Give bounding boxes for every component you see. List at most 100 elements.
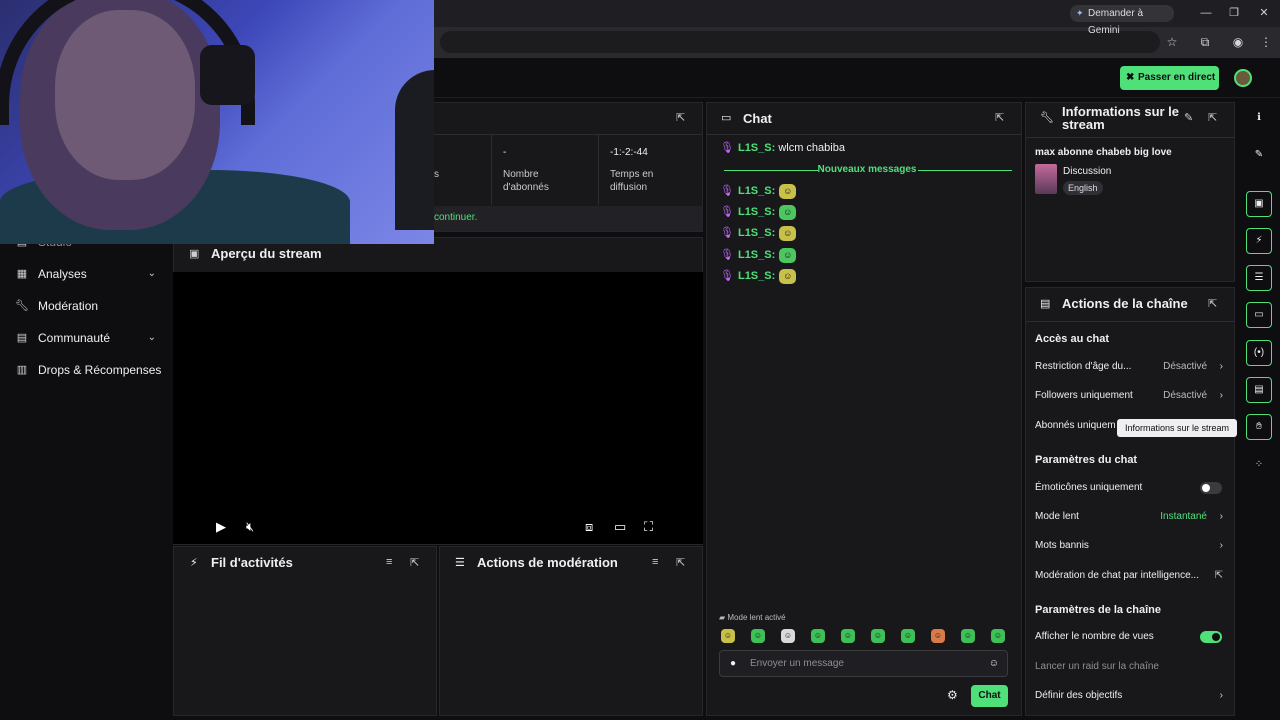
info-icon[interactable]: ℹ — [1246, 105, 1272, 131]
fullscreen-icon[interactable]: ⛶ — [644, 519, 653, 535]
chat-username[interactable]: L1S_S: — [738, 142, 775, 154]
age-restriction-row[interactable]: Restriction d'âge du... Désactivé › — [1035, 357, 1225, 377]
emote-icon[interactable]: ☺ — [961, 629, 975, 643]
slow-mode-row[interactable]: Mode lent Instantané › — [1035, 507, 1225, 527]
banned-words-row[interactable]: Mots bannis › — [1035, 536, 1225, 556]
chat-message[interactable]: 🎙︎ L1S_S: ☺ — [720, 267, 797, 285]
chat-message[interactable]: 🎙︎ L1S_S: ☺ — [720, 246, 797, 264]
stream-category[interactable]: Discussion — [1063, 166, 1111, 177]
emote-icon[interactable]: ☺ — [751, 629, 765, 643]
chat-message[interactable]: 🎙︎ L1S_S: ☺ — [720, 224, 797, 242]
pip-icon[interactable]: ⧈ — [585, 519, 593, 535]
chevron-down-icon: ⌄ — [147, 268, 156, 279]
popout-icon[interactable]: ⇱ — [410, 556, 419, 569]
show-viewers-toggle[interactable] — [1200, 631, 1222, 643]
rail-more-icon[interactable]: ⁘ — [1246, 452, 1272, 478]
popout-icon[interactable]: ⇱ — [1208, 111, 1217, 124]
sidebar-item-moderation[interactable]: 🔧︎ Modération — [14, 294, 164, 318]
chevron-right-icon: › — [1219, 540, 1223, 551]
theater-icon[interactable]: ▭ — [614, 519, 626, 535]
mute-icon[interactable]: 🔇︎ — [246, 519, 254, 535]
webcam-earcup — [200, 45, 255, 105]
rail-broadcast-icon[interactable]: (•) — [1246, 340, 1272, 366]
section-heading: Paramètres du chat — [1035, 454, 1138, 466]
emoji-picker-icon[interactable]: ☺ — [989, 651, 999, 676]
goals-row[interactable]: Définir des objectifs › — [1035, 686, 1225, 706]
chat-settings-gear-icon[interactable]: ⚙ — [947, 688, 958, 702]
followers-only-row[interactable]: Followers uniquement Désactivé › — [1035, 386, 1225, 406]
rail-channel-actions-icon[interactable]: ▤ — [1246, 377, 1272, 403]
chat-username[interactable]: L1S_S: — [738, 249, 775, 261]
chat-message[interactable]: 🎙︎ L1S_S: wlcm chabiba — [720, 139, 845, 157]
chat-username[interactable]: L1S_S: — [738, 270, 775, 282]
edit-pencil-icon[interactable]: ✎ — [1246, 142, 1272, 168]
filter-icon[interactable]: ≡ — [652, 556, 658, 568]
close-window-button[interactable]: ✕ — [1254, 5, 1274, 21]
popout-icon[interactable]: ⇱ — [676, 111, 685, 124]
emote-icon[interactable]: ☺ — [871, 629, 885, 643]
chevron-right-icon: › — [1219, 361, 1223, 372]
emote-icon[interactable]: ☺ — [901, 629, 915, 643]
notice-link[interactable]: continuer. — [434, 212, 477, 223]
filter-icon[interactable]: ≡ — [386, 556, 392, 568]
chat-send-button[interactable]: Chat — [971, 685, 1008, 707]
sidebar-item-analyses[interactable]: ▦ Analyses ⌄ — [14, 262, 164, 286]
go-live-label: Passer en direct — [1138, 72, 1216, 83]
gemini-button[interactable]: ✦ Demander à Gemini — [1070, 5, 1174, 36]
external-link-icon: ⇱ — [1214, 570, 1223, 581]
maximize-button[interactable]: ❐ — [1224, 5, 1244, 21]
rail-preview-icon[interactable]: ▣ — [1246, 191, 1272, 217]
stat-label-partial: s — [434, 169, 439, 180]
list-icon: ☰ — [455, 557, 465, 569]
chat-username[interactable]: L1S_S: — [738, 227, 775, 239]
new-messages-label: Nouveaux messages — [817, 164, 917, 175]
browser-menu-icon[interactable]: ⋮ — [1256, 33, 1276, 51]
rail-stream-info-icon[interactable]: ✋︎ — [1246, 414, 1272, 440]
popout-icon[interactable]: ⇱ — [1208, 297, 1217, 310]
chat-username[interactable]: L1S_S: — [738, 185, 775, 197]
raid-row[interactable]: Lancer un raid sur la chaîne — [1035, 657, 1225, 677]
emote-icon[interactable]: ☺ — [841, 629, 855, 643]
emotes-only-row[interactable]: Émoticônes uniquement — [1035, 478, 1225, 498]
extensions-icon[interactable]: ⧉ — [1195, 33, 1215, 51]
chat-input[interactable]: ● Envoyer un message ☺ — [719, 650, 1008, 677]
user-avatar[interactable] — [1234, 69, 1252, 87]
rail-chat-icon[interactable]: ▭ — [1246, 302, 1272, 328]
show-viewers-row[interactable]: Afficher le nombre de vues — [1035, 627, 1225, 647]
emote-icon[interactable]: ☺ — [781, 629, 795, 643]
mod-actions-title: Actions de modération — [477, 555, 618, 570]
profile-icon[interactable]: ◉ — [1228, 33, 1248, 51]
play-icon[interactable]: ▶ — [216, 519, 226, 535]
bookmark-star-icon[interactable]: ☆ — [1162, 33, 1182, 51]
ai-moderation-row[interactable]: Modération de chat par intelligence... ⇱ — [1035, 566, 1225, 586]
sidebar-item-drops[interactable]: ▥ Drops & Récompenses — [14, 358, 164, 382]
tag-pill[interactable]: English — [1063, 181, 1103, 195]
tooltip: Informations sur le stream — [1117, 419, 1237, 437]
minimize-button[interactable]: — — [1196, 5, 1216, 21]
mic-icon: 🎙︎ — [720, 227, 734, 239]
rail-lightning-icon[interactable]: ⚡︎ — [1246, 228, 1272, 254]
popout-icon[interactable]: ⇱ — [676, 556, 685, 569]
row-label: Définir des objectifs — [1035, 690, 1123, 701]
chat-message[interactable]: 🎙︎ L1S_S: ☺ — [720, 182, 797, 200]
emote-icon[interactable]: ☺ — [721, 629, 735, 643]
chat-username[interactable]: L1S_S: — [738, 206, 775, 218]
go-live-button[interactable]: ✖ Passer en direct — [1120, 66, 1219, 90]
address-bar[interactable] — [440, 31, 1160, 53]
emote-icon[interactable]: ☺ — [931, 629, 945, 643]
sidebar-item-label: Drops & Récompenses — [38, 363, 162, 377]
emotes-only-toggle[interactable] — [1200, 482, 1222, 494]
video-player[interactable] — [173, 272, 703, 544]
rail-list-icon[interactable]: ☰ — [1246, 265, 1272, 291]
edit-pencil-icon[interactable]: ✎ — [1184, 111, 1193, 124]
wrench-icon: 🔧︎ — [15, 300, 29, 312]
wrench-icon: 🔧︎ — [1040, 112, 1054, 124]
slow-mode-notice: ▰ Mode lent activé — [719, 613, 786, 622]
sidebar-item-community[interactable]: ▤ Communauté ⌄ — [14, 326, 164, 350]
emote-icon[interactable]: ☺ — [991, 629, 1005, 643]
chat-message[interactable]: 🎙︎ L1S_S: ☺ — [720, 203, 797, 221]
followers-value: - — [503, 147, 507, 158]
popout-icon[interactable]: ⇱ — [995, 111, 1004, 124]
emote-icon[interactable]: ☺ — [811, 629, 825, 643]
new-messages-divider: Nouveaux messages — [710, 162, 1024, 178]
